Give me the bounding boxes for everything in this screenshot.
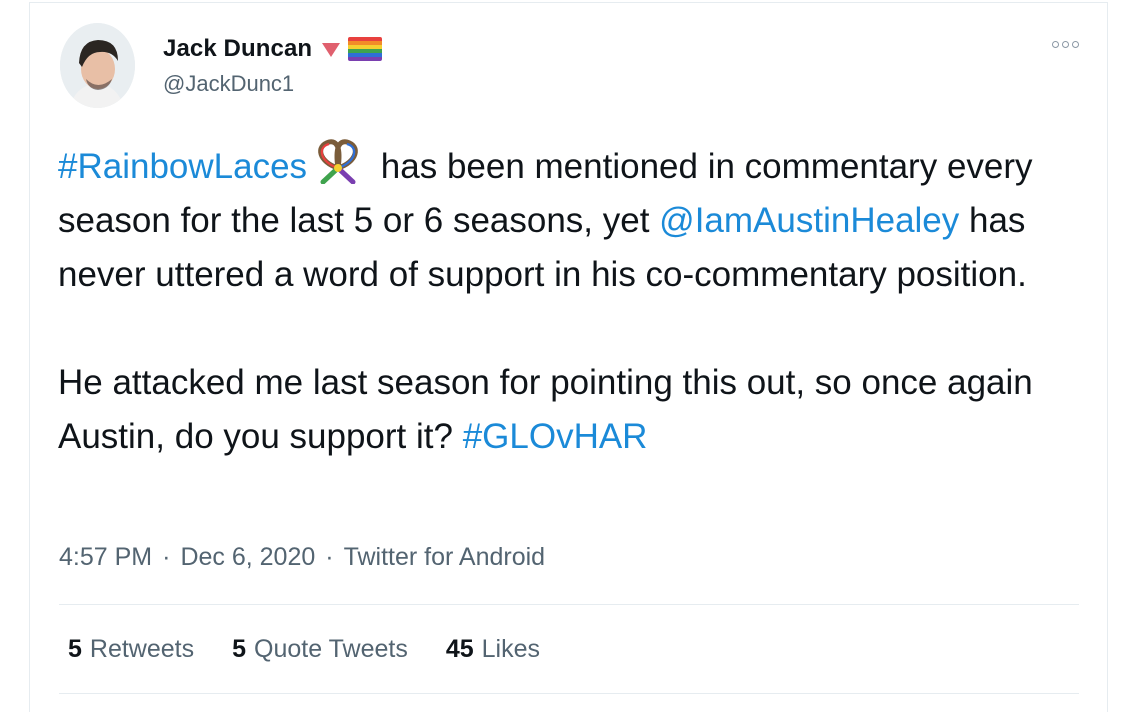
quote-tweets-stat[interactable]: 5 Quote Tweets — [232, 635, 408, 664]
divider — [59, 604, 1079, 605]
likes-stat[interactable]: 45 Likes — [446, 635, 540, 664]
divider — [59, 693, 1079, 694]
rainbow-flag-icon — [348, 37, 383, 61]
hashtag-glovhar[interactable]: #GLOvHAR — [463, 417, 648, 456]
avatar[interactable] — [60, 23, 135, 108]
tweet-paragraph-2: He attacked me last season for pointing … — [58, 356, 1088, 464]
retweets-stat[interactable]: 5 Retweets — [68, 635, 194, 664]
tweet-stats: 5 Retweets 5 Quote Tweets 45 Likes — [68, 635, 540, 664]
tweet-date[interactable]: Dec 6, 2020 — [180, 543, 315, 572]
author-handle[interactable]: @JackDunc1 — [163, 71, 294, 97]
pink-triangle-icon — [322, 43, 341, 57]
likes-label: Likes — [481, 635, 541, 663]
quote-tweets-label: Quote Tweets — [254, 635, 408, 663]
quote-tweets-count: 5 — [232, 635, 247, 663]
author-name-row: Jack Duncan — [163, 35, 383, 63]
tweet-card: Jack Duncan @JackDunc1 #RainbowLaces has… — [29, 2, 1108, 712]
meta-separator: · — [162, 543, 171, 571]
tweet-meta: 4:57 PM · Dec 6, 2020 · Twitter for Andr… — [59, 543, 545, 572]
more-options-icon[interactable] — [1052, 41, 1079, 48]
tweet-time[interactable]: 4:57 PM — [59, 543, 152, 572]
rainbow-laces-icon — [309, 138, 367, 185]
tweet-text: #RainbowLaces has been mentioned in comm… — [58, 138, 1088, 464]
meta-separator: · — [325, 543, 334, 571]
retweets-label: Retweets — [89, 635, 195, 663]
likes-count: 45 — [445, 635, 474, 663]
hashtag-rainbowlaces[interactable]: #RainbowLaces — [58, 147, 307, 186]
retweets-count: 5 — [68, 635, 82, 663]
author-display-name[interactable]: Jack Duncan — [163, 35, 312, 63]
tweet-source[interactable]: Twitter for Android — [344, 543, 545, 572]
mention-iamaustinhealey[interactable]: @IamAustinHealey — [659, 201, 959, 240]
tweet-paragraph-1: #RainbowLaces has been mentioned in comm… — [58, 138, 1088, 302]
